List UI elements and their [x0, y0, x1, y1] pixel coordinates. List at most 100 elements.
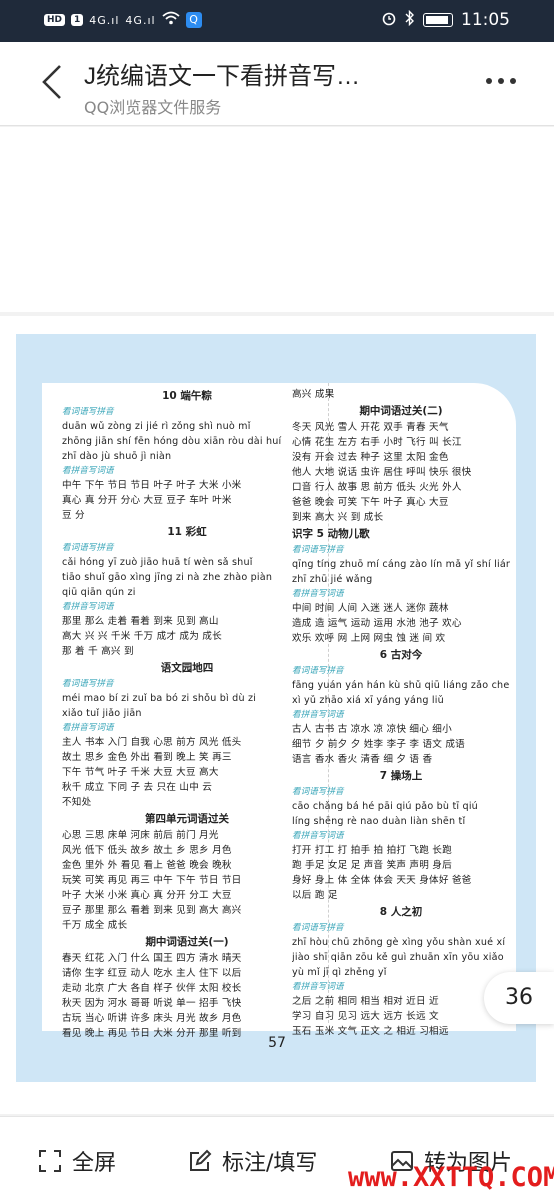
word-line: 豆 分	[62, 510, 85, 521]
word-line: 古玩 当心 听讲 许多 床头 月光 故乡 月色	[62, 1013, 242, 1024]
page-subtitle: QQ浏览器文件服务	[84, 98, 222, 117]
sim-indicator: 1	[71, 14, 84, 26]
exercise-label: 看词语写拼音	[62, 407, 114, 417]
word-line: 玩笑 可笑 再见 再三 中午 下午 节日 节日	[62, 875, 242, 886]
word-line: 学习 自习 见习 远大 远方 长远 文	[292, 1011, 439, 1022]
document-page: 10 端午粽看词语写拼音 duān wǔ zòng zi jié rì zǒng …	[42, 383, 516, 1039]
word-line: 故土 思乡 金色 外出 看到 晚上 笑 再三	[62, 752, 232, 763]
exercise-label: 看词语写拼音	[292, 923, 344, 933]
word-line: cāo chǎng bá hé pāi qiú pǎo bù tī qiú	[292, 801, 478, 812]
app-header: J统编语文一下看拼音写… QQ浏览器文件服务	[0, 42, 554, 126]
word-line: 之后 之前 相同 相当 相对 近日 近	[292, 996, 439, 1007]
word-line: 语言 香水 香火 清香 细 夕 语 香	[292, 754, 433, 765]
status-bar: HD 1 4G.ıl 4G.ıl Q 11:05	[0, 0, 554, 42]
blank-pdf-area	[0, 127, 554, 312]
section-heading: 6 古对今	[379, 649, 423, 661]
page-count-badge[interactable]: 36	[484, 972, 554, 1024]
more-menu-button[interactable]	[486, 78, 516, 84]
word-line: 没有 开会 过去 种子 这里 太阳 金色	[292, 452, 449, 463]
section-heading: 10 端午粽	[162, 390, 212, 402]
word-line: 叶子 大米 小米 真心 真 分开 分工 大豆	[62, 890, 232, 901]
word-line: 造成 造 运气 运动 运用 水池 池子 欢心	[292, 618, 462, 629]
word-line: 下午 节气 叶子 千米 大豆 大豆 高大	[62, 767, 219, 778]
wifi-icon	[161, 11, 180, 29]
word-line: 那里 那么 走着 看着 到来 见到 高山	[62, 616, 219, 627]
exercise-label: 看词语写拼音	[292, 666, 344, 676]
word-line: tiāo shuǐ gāo xìng jīng zi nà zhe zhào p…	[62, 572, 273, 583]
word-line: 心情 花生 左方 右手 小时 飞行 叫 长江	[292, 437, 462, 448]
word-line: 跑 手足 女足 足 声音 笑声 声明 身后	[292, 860, 452, 871]
signal-icon-2: 4G.ıl	[125, 13, 156, 27]
exercise-label: 看词语写拼音	[292, 545, 344, 555]
word-line: 细节 夕 前夕 夕 姓李 李子 李 语文 成语	[292, 739, 465, 750]
bluetooth-icon	[405, 9, 415, 30]
section-heading: 11 彩虹	[167, 526, 207, 538]
word-line: 中间 时间 人间 入迷 迷人 迷你 蔬林	[292, 603, 449, 614]
word-line: jiào shī qiān zōu kě guì zhuān xīn yōu x…	[292, 952, 504, 963]
battery-icon	[423, 13, 453, 27]
fullscreen-icon	[39, 1150, 61, 1172]
exercise-label: 看拼音写词语	[292, 589, 344, 599]
chevron-left-icon	[42, 65, 61, 99]
exercise-label: 看词语写拼音	[62, 543, 114, 553]
word-line: 春天 红花 入门 什么 国王 四方 清水 晴天	[62, 953, 242, 964]
status-right: 11:05	[381, 9, 510, 30]
word-line: duān wǔ zòng zi jié rì zǒng shì nuò mǐ	[62, 421, 251, 432]
word-line: qīng tíng zhuō mí cáng zào lín mǎ yǐ shí…	[292, 559, 510, 570]
word-line: 豆子 那里 那么 看着 到来 见到 高大 高兴	[62, 905, 242, 916]
section-heading: 期中词语过关(一)	[145, 936, 229, 948]
annotate-label: 标注/填写	[222, 1151, 318, 1176]
word-line: zhī hòu chū zhōng gè xìng yǒu shàn xué x…	[292, 937, 506, 948]
fullscreen-label: 全屏	[72, 1151, 117, 1176]
section-heading: 识字 5 动物儿歌	[292, 528, 370, 540]
right-column: 高兴 成果 期中词语过关(二) 冬天 风光 雪人 开花 双手 青春 天气 心情 花生 …	[292, 387, 510, 1039]
word-line: 不知处	[62, 797, 92, 808]
word-line: 古人 古书 古 凉水 凉 凉快 细心 细小	[292, 724, 452, 735]
exercise-label: 看拼音写词语	[292, 982, 344, 992]
section-heading: 语文园地四	[160, 662, 214, 674]
back-button[interactable]	[38, 62, 68, 102]
word-line: 打开 打工 打 拍手 拍 拍打 飞跑 长跑	[292, 845, 452, 856]
word-line: zhī dào jù shuō jì niàn	[62, 451, 172, 462]
word-line: zhōng jiān shí fēn hóng dòu xiān ròu dài…	[62, 436, 282, 447]
word-line: qiū qiān qún zi	[62, 587, 136, 598]
clock: 11:05	[461, 10, 510, 30]
word-line: 走动 北京 广大 各自 样子 伙伴 太阳 校长	[62, 983, 242, 994]
watermark: www.XXTTQ.COM	[348, 1162, 554, 1193]
exercise-label: 看拼音写词语	[62, 723, 114, 733]
word-line: 口音 行人 故事 思 前方 低头 火光 外人	[292, 482, 462, 493]
annotate-button[interactable]: 标注/填写	[188, 1145, 317, 1177]
word-line: 到来 高大 兴 到 成长	[292, 512, 384, 523]
page-number: 57	[268, 1035, 286, 1051]
word-line: 以后 跑 足	[292, 890, 338, 901]
signal-icon: 4G.ıl	[89, 13, 120, 27]
page-title: J统编语文一下看拼音写…	[84, 63, 360, 90]
edit-icon	[190, 1149, 212, 1171]
word-line: yù mǐ jī qì zhěng yǐ	[292, 967, 387, 978]
exercise-label: 看拼音写词语	[62, 602, 114, 612]
status-left: HD 1 4G.ıl 4G.ıl Q	[44, 11, 202, 29]
word-line: cǎi hóng yī zuò jiāo huā tí wèn sǎ shuǐ	[62, 557, 253, 568]
word-line: 高大 兴 兴 千米 千万 成才 成为 成长	[62, 631, 222, 642]
word-line: xì yǔ zhāo xiá xī yáng yáng liǔ	[292, 695, 444, 706]
section-heading: 期中词语过关(二)	[359, 405, 443, 417]
word-line: 主人 书本 入门 自我 心思 前方 风光 低头	[62, 737, 242, 748]
word-line: 冬天 风光 雪人 开花 双手 青春 天气	[292, 422, 449, 433]
section-heading: 7 操场上	[379, 770, 423, 782]
exercise-label: 看词语写拼音	[62, 679, 114, 689]
word-line: 中午 下午 节日 节日 叶子 叶子 大米 小米	[62, 480, 242, 491]
word-line: 他人 大地 说话 虫许 居住 呼叫 快乐 很快	[292, 467, 472, 478]
exercise-label: 看拼音写词语	[292, 710, 344, 720]
word-line: 身好 身上 体 全体 体会 天天 身体好 爸爸	[292, 875, 472, 886]
fullscreen-button[interactable]: 全屏	[38, 1145, 116, 1177]
word-line: 请你 生字 红豆 动人 吃水 主人 住下 以后	[62, 968, 242, 979]
exercise-label: 看词语写拼音	[292, 787, 344, 797]
word-line: zhī zhū jié wǎng	[292, 574, 373, 585]
word-line: 爸爸 晚会 可笑 下午 叶子 真心 大豆	[292, 497, 449, 508]
word-line: 秋天 因为 河水 哥哥 听说 单一 招手 飞快	[62, 998, 242, 1009]
word-line: 秋千 成立 下同 子 去 只在 山中 云	[62, 782, 213, 793]
qq-browser-icon: Q	[185, 12, 202, 28]
exercise-label: 看拼音写词语	[292, 831, 344, 841]
word-line: 金色 里外 外 看见 看上 爸爸 晚会 晚秋	[62, 860, 232, 871]
word-line: 真心 真 分开 分心 大豆 豆子 车叶 叶米	[62, 495, 232, 506]
